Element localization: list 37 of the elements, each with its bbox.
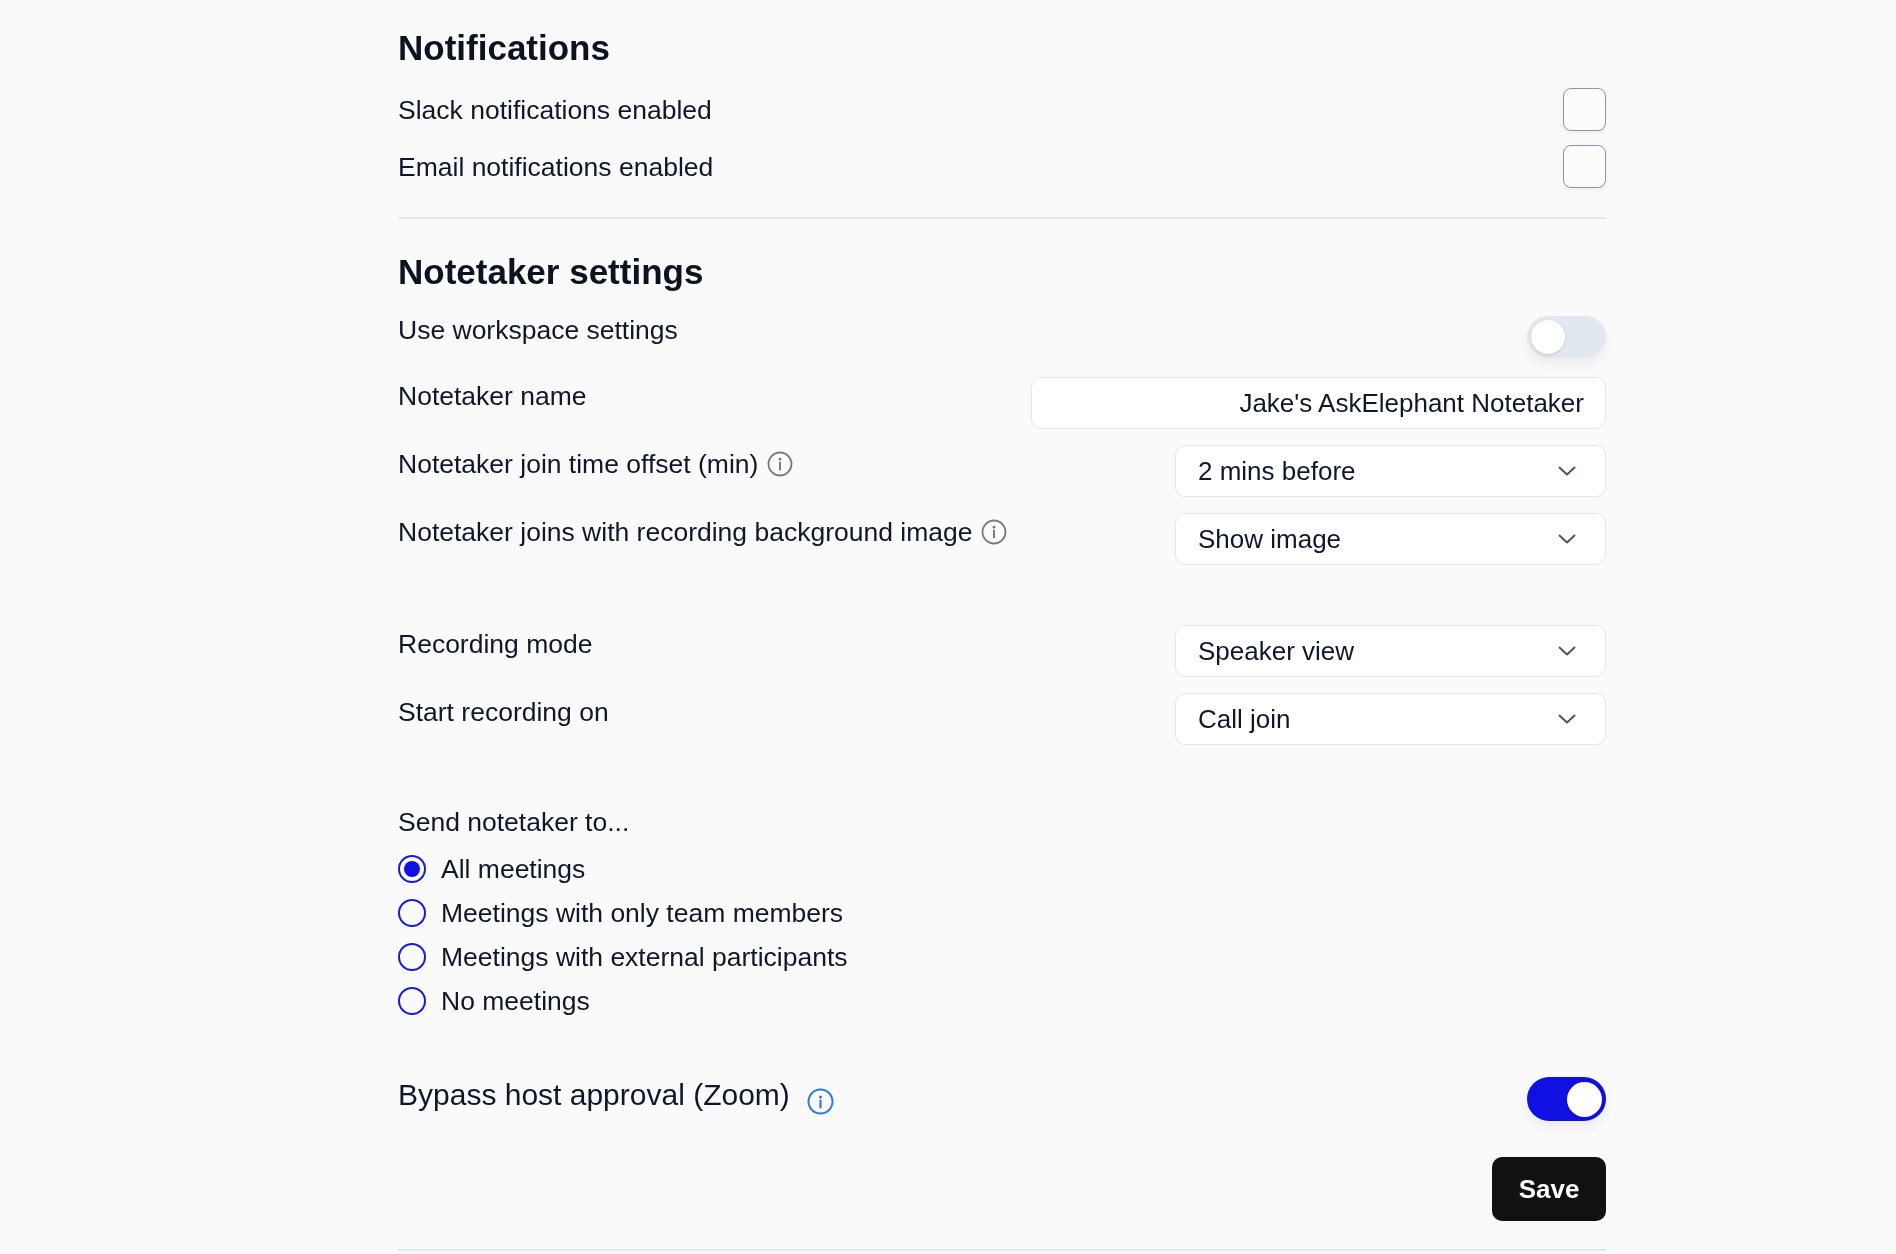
checkbox[interactable] [1563,88,1606,131]
option-label: Meetings with external participants [441,941,848,973]
radio-button[interactable] [398,987,426,1015]
setting-label: Bypass host approval (Zoom) [398,1077,790,1113]
dropdown[interactable]: Show image [1175,513,1606,565]
toggle-switch[interactable] [1527,316,1606,358]
dropdown[interactable]: Speaker view [1175,625,1606,677]
checkbox[interactable] [1563,145,1606,188]
section-heading: Notetaker settings [398,252,705,292]
setting-label: Email notifications enabled [398,150,714,183]
chevron-down-icon [1558,646,1576,656]
text-field[interactable]: Jake's AskElephant Notetaker [1031,377,1606,429]
option-label: No meetings [441,985,590,1017]
setting-label: Use workspace settings [398,316,678,344]
dropdown[interactable]: Call join [1175,693,1606,745]
setting-label: Slack notifications enabled [398,93,712,126]
section-heading: Notifications [398,28,611,68]
setting-label: Notetaker join time offset (min) [398,448,759,480]
setting-label: Notetaker joins with recording background image [398,516,973,548]
chevron-down-icon [1558,714,1576,724]
radio-button[interactable] [398,855,426,883]
setting-label: Send notetaker to... [398,806,631,838]
chevron-down-icon [1558,466,1576,476]
radio-button[interactable] [398,943,426,971]
setting-label: Recording mode [398,628,593,660]
setting-label: Start recording on [398,696,609,728]
info-icon[interactable] [981,519,1008,545]
info-icon[interactable] [806,1088,834,1115]
option-label: Meetings with only team members [441,897,844,929]
radio-button[interactable] [398,899,426,927]
toggle-switch[interactable] [1527,1077,1606,1121]
chevron-down-icon [1558,534,1576,544]
setting-label: Notetaker name [398,380,587,412]
option-label: All meetings [441,853,586,885]
dropdown[interactable]: 2 mins before [1175,445,1606,497]
save-button[interactable]: Save [1492,1157,1606,1221]
info-icon[interactable] [767,451,794,477]
